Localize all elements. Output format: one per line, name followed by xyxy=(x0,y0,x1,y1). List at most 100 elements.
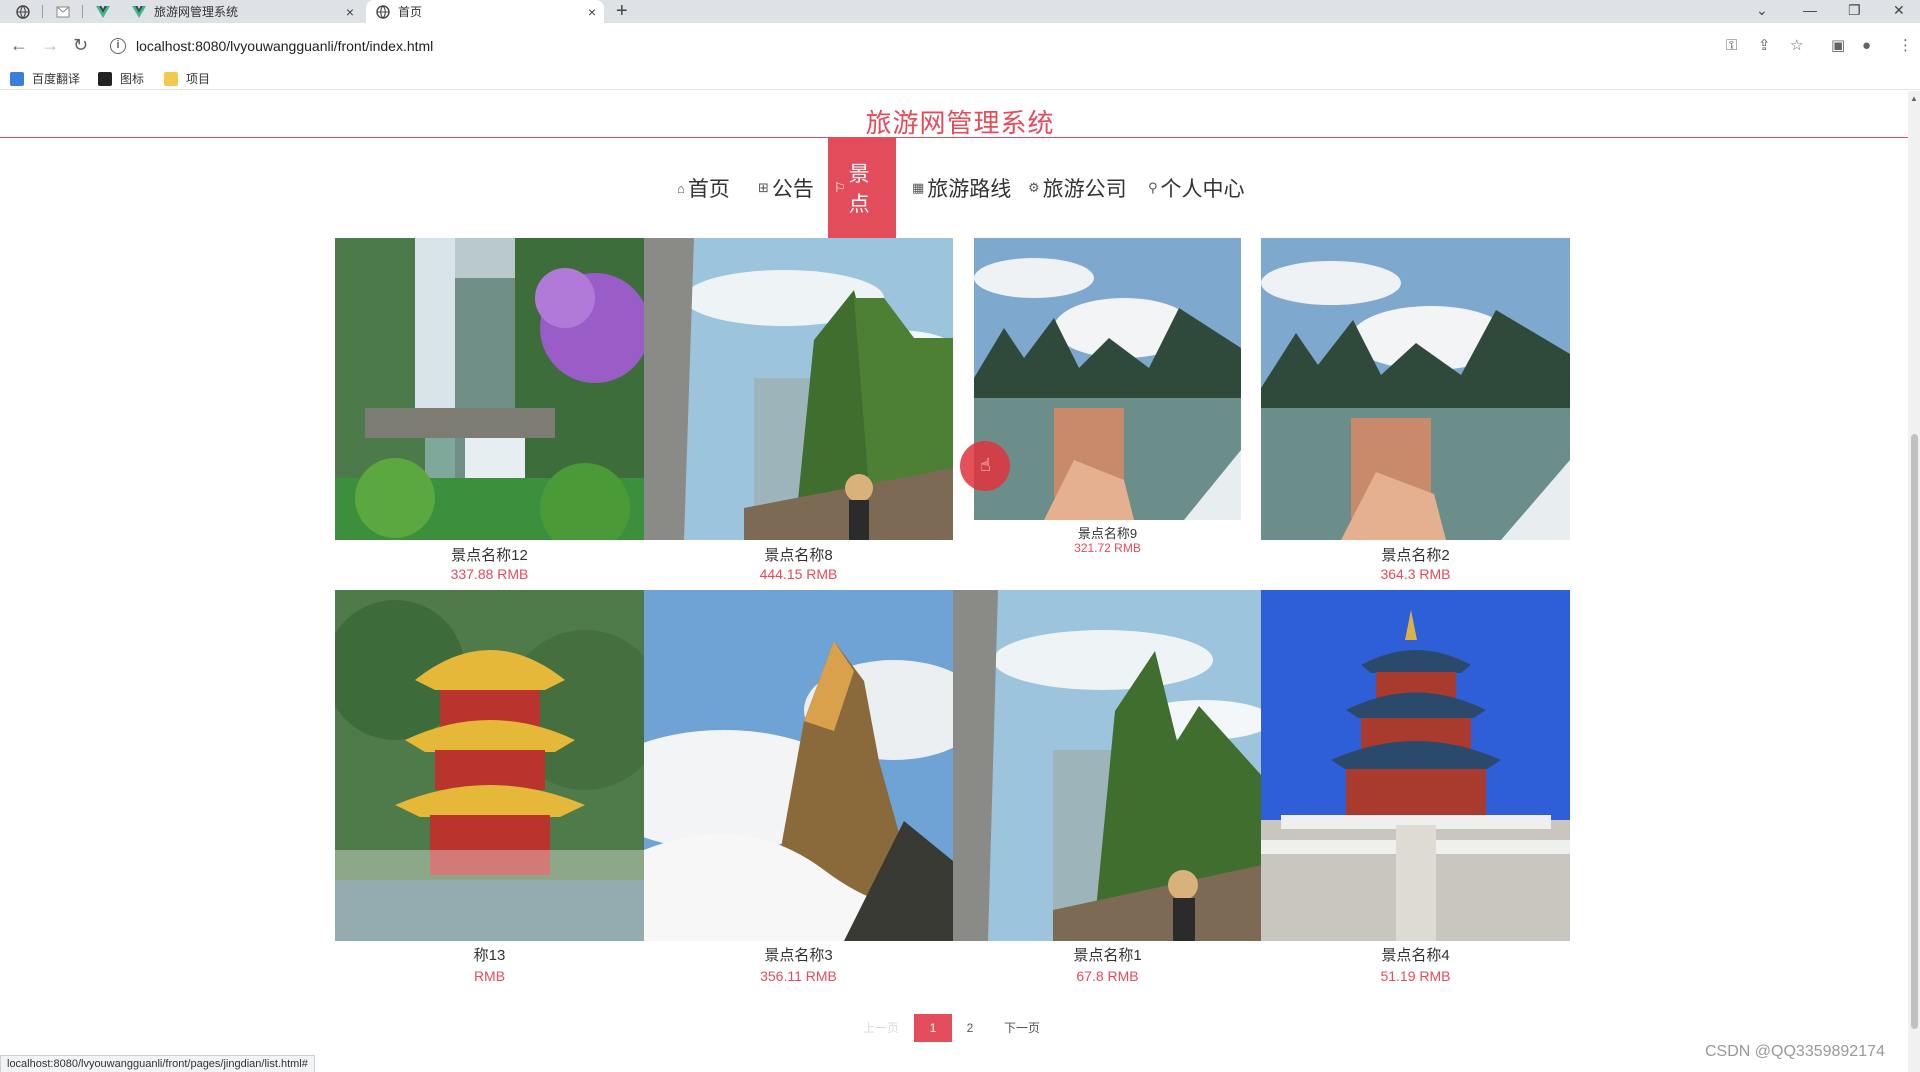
bookmark-baidu-translate[interactable]: 百度翻译 xyxy=(10,70,80,87)
tab-home[interactable]: 首页 × xyxy=(366,0,604,23)
vue-logo-icon xyxy=(96,5,110,18)
spot-price: RMB xyxy=(473,968,506,984)
back-icon[interactable]: ← xyxy=(10,35,28,55)
spot-name[interactable]: 景点名称2 xyxy=(1261,544,1570,565)
tab-search-icon[interactable]: ⌄ xyxy=(1756,0,1768,20)
globe-icon xyxy=(16,4,30,19)
grid-icon: ▦ xyxy=(912,180,925,195)
nav-item-companies[interactable]: ⚙ 旅游公司 xyxy=(1028,138,1127,238)
prev-page-button[interactable]: 上一页 xyxy=(860,1014,902,1042)
menu-icon[interactable]: ⋮ xyxy=(1898,36,1913,56)
spot-card[interactable]: 景点名称3 356.11 RMB xyxy=(644,590,953,990)
spot-name[interactable]: 景点名称1 xyxy=(953,944,1262,965)
flag-icon: ⚐ xyxy=(834,180,846,195)
next-page-button[interactable]: 下一页 xyxy=(996,1014,1048,1042)
site-header: 旅游网管理系统 xyxy=(0,91,1920,138)
vue-logo-icon xyxy=(132,5,146,19)
scrollbar-thumb[interactable] xyxy=(1911,434,1918,1029)
restore-icon[interactable]: ❐ xyxy=(1848,0,1861,20)
click-indicator: ☝ xyxy=(960,441,1010,491)
spot-price: 364.3 RMB xyxy=(1380,566,1451,582)
translate-icon xyxy=(10,71,24,86)
spot-name[interactable]: 景点名称12 xyxy=(335,544,644,565)
spot-name[interactable]: 景点名称3 xyxy=(644,944,953,965)
browser-tab-strip: 旅游网管理系统 × 首页 × + ⌄ — ❐ ✕ xyxy=(0,0,1920,23)
browser-toolbar: ← → ↻ i localhost:8080/lvyouwangguanli/f… xyxy=(0,23,1920,69)
page-scrollbar[interactable]: ▲ xyxy=(1908,91,1920,1072)
scroll-up-icon[interactable]: ▲ xyxy=(1910,94,1918,103)
spot-price: 51.19 RMB xyxy=(1380,968,1451,984)
spot-image[interactable] xyxy=(644,590,953,941)
spot-card[interactable]: 景点名称2 364.3 RMB xyxy=(1261,238,1570,583)
pagination: 上一页 1 2 下一页 xyxy=(0,1014,1920,1042)
share-icon[interactable]: ⇪ xyxy=(1758,36,1771,56)
folder-icon xyxy=(164,71,178,86)
spot-card[interactable]: 景点名称9 321.72 RMB xyxy=(974,238,1241,558)
side-panel-icon[interactable]: ▣ xyxy=(1831,36,1845,56)
site-info-icon[interactable]: i xyxy=(110,38,126,54)
tab-pinned-vue[interactable] xyxy=(90,2,116,21)
spot-image[interactable] xyxy=(1261,238,1570,540)
site-title: 旅游网管理系统 xyxy=(865,108,1055,138)
spot-price: 444.15 RMB xyxy=(759,566,838,582)
bookmark-projects[interactable]: 项目 xyxy=(164,70,210,87)
tab-admin[interactable]: 旅游网管理系统 × xyxy=(122,0,362,23)
star-icon[interactable]: ☆ xyxy=(1790,36,1803,56)
page-number[interactable]: 2 xyxy=(958,1014,982,1042)
url-text[interactable]: localhost:8080/lvyouwangguanli/front/ind… xyxy=(136,38,433,54)
nav-item-routes[interactable]: ▦ 旅游路线 xyxy=(912,138,1011,238)
notice-icon: ⊞ xyxy=(758,180,769,195)
spot-image[interactable] xyxy=(953,590,1262,941)
spot-card[interactable]: 景点名称4 51.19 RMB xyxy=(1261,590,1570,990)
spot-name[interactable]: 景点名称4 xyxy=(1261,944,1570,965)
globe-icon xyxy=(376,4,390,19)
close-icon[interactable]: × xyxy=(588,4,596,20)
mail-icon xyxy=(56,6,70,17)
reload-icon[interactable]: ↻ xyxy=(73,35,88,55)
bookmarks-bar: 百度翻译 图标 项目 xyxy=(0,66,1920,90)
spot-card[interactable]: 景点名称1 67.8 RMB xyxy=(953,590,1262,990)
bookmark-icons[interactable]: 图标 xyxy=(98,70,144,87)
image-icon xyxy=(98,71,112,86)
profile-icon[interactable]: ● xyxy=(1862,36,1871,56)
nav-item-profile[interactable]: ⚲ 个人中心 xyxy=(1148,138,1245,238)
spot-card[interactable]: 景点名称8 444.15 RMB xyxy=(644,238,953,583)
watermark: CSDN @QQ3359892174 xyxy=(1705,1043,1885,1060)
new-tab-button[interactable]: + xyxy=(616,1,628,21)
tab-title: 首页 xyxy=(398,5,423,19)
tab-title: 旅游网管理系统 xyxy=(154,5,239,19)
spot-image[interactable] xyxy=(1261,590,1570,941)
spot-image[interactable] xyxy=(335,590,644,941)
close-icon[interactable]: × xyxy=(346,4,354,20)
minimize-icon[interactable]: — xyxy=(1803,0,1817,20)
nav-item-spots[interactable]: ⚐ 景点 xyxy=(828,138,896,238)
spot-price: 337.88 RMB xyxy=(450,566,529,582)
spot-image[interactable] xyxy=(644,238,953,540)
spot-card[interactable]: 景点名称12 337.88 RMB xyxy=(335,238,644,583)
main-nav: ⌂ 首页 ⊞ 公告 ⚐ 景点 ▦ 旅游路线 ⚙ 旅游公司 ⚲ 个人中心 xyxy=(0,138,1920,238)
tab-pinned-mail[interactable] xyxy=(50,2,76,21)
pointer-hand-icon: ☝ xyxy=(980,455,991,475)
tab-pinned-globe[interactable] xyxy=(10,2,36,21)
nav-item-home[interactable]: ⌂ 首页 xyxy=(677,138,730,238)
user-icon: ⚲ xyxy=(1148,180,1158,195)
spot-image[interactable] xyxy=(974,238,1241,520)
gear-icon: ⚙ xyxy=(1028,180,1040,195)
nav-item-notice[interactable]: ⊞ 公告 xyxy=(758,138,814,238)
address-bar[interactable]: i localhost:8080/lvyouwangguanli/front/i… xyxy=(110,32,1725,60)
window-close-icon[interactable]: ✕ xyxy=(1893,0,1905,20)
key-icon[interactable]: ⚿ xyxy=(1726,36,1737,56)
spot-card[interactable]: 称13 RMB xyxy=(335,590,644,990)
spot-price: 67.8 RMB xyxy=(1076,968,1139,984)
page-content: 旅游网管理系统 ⌂ 首页 ⊞ 公告 ⚐ 景点 ▦ 旅游路线 ⚙ 旅游公司 ⚲ 个人中心 xyxy=(0,91,1920,1072)
forward-icon[interactable]: → xyxy=(41,35,59,55)
page-number-current[interactable]: 1 xyxy=(914,1014,952,1042)
spot-image[interactable] xyxy=(335,238,644,540)
spot-name[interactable]: 景点名称8 xyxy=(644,544,953,565)
link-status-bar: localhost:8080/lvyouwangguanli/front/pag… xyxy=(0,1055,315,1072)
spot-price: 356.11 RMB xyxy=(760,968,837,984)
home-icon: ⌂ xyxy=(677,180,685,196)
spot-price: 321.72 RMB xyxy=(1074,541,1141,555)
spot-name[interactable]: 景点名称9 xyxy=(974,523,1241,542)
spot-name[interactable]: 称13 xyxy=(335,944,644,965)
